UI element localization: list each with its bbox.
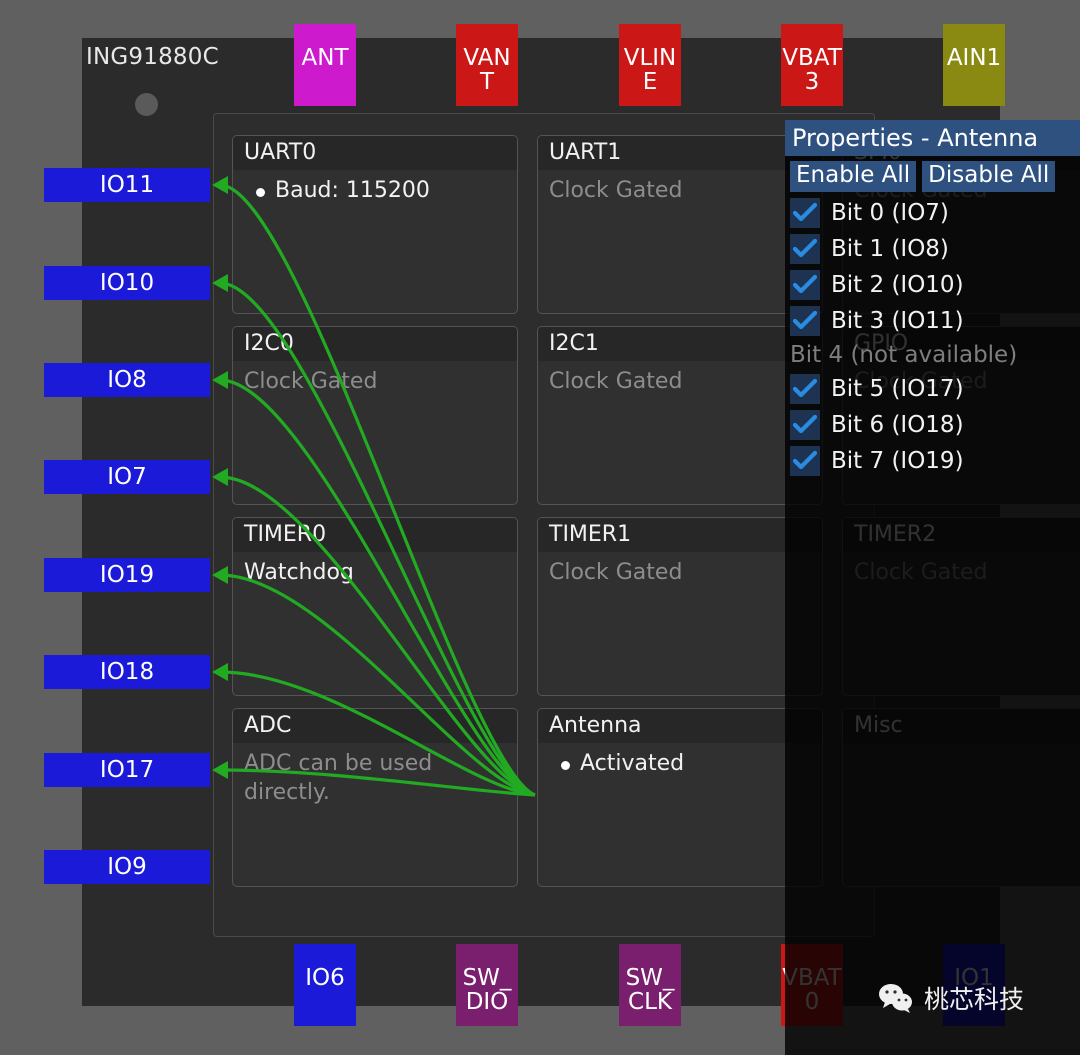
- peripheral-status-timer1: Clock Gated: [549, 560, 683, 585]
- antenna-bit-row-3[interactable]: Bit 3 (IO11): [785, 303, 1080, 339]
- pin-io6[interactable]: IO6: [294, 944, 356, 1026]
- enable-all-button[interactable]: Enable All: [790, 161, 917, 192]
- peripheral-status-uart0: Baud: 115200: [233, 170, 517, 205]
- peripheral-box-timer0[interactable]: TIMER0 Watchdog: [232, 517, 518, 696]
- peripheral-box-i2c0[interactable]: I2C0 Clock Gated: [232, 326, 518, 505]
- pin-io9[interactable]: IO9: [44, 850, 210, 884]
- pin-io8[interactable]: IO8: [44, 363, 210, 397]
- peripheral-title-antenna: Antenna: [538, 709, 822, 743]
- bullet-dot-icon: [256, 188, 265, 197]
- peripheral-status-i2c1: Clock Gated: [549, 369, 683, 394]
- peripheral-box-i2c1[interactable]: I2C1 Clock Gated: [537, 326, 823, 505]
- antenna-bit-row-1[interactable]: Bit 1 (IO8): [785, 231, 1080, 267]
- peripheral-box-uart0[interactable]: UART0 Baud: 115200: [232, 135, 518, 314]
- checkbox-bit-6[interactable]: [790, 409, 820, 440]
- pin-io10[interactable]: IO10: [44, 266, 210, 300]
- properties-panel: Properties - Antenna Enable All Disable …: [785, 120, 1080, 479]
- properties-panel-title: Properties - Antenna: [785, 120, 1080, 156]
- peripheral-status-antenna: Activated: [538, 743, 822, 778]
- checkbox-bit-2[interactable]: [790, 269, 820, 300]
- pin1-dot-icon: [135, 93, 158, 116]
- antenna-bit-label-2: Bit 2 (IO10): [831, 271, 964, 298]
- pin-ain1[interactable]: AIN1: [943, 24, 1005, 106]
- antenna-bit-label-0: Bit 0 (IO7): [831, 199, 949, 226]
- peripheral-title-uart0: UART0: [233, 136, 517, 170]
- pin-io7[interactable]: IO7: [44, 460, 210, 494]
- pin-sw_dio[interactable]: SW_ DIO: [456, 944, 518, 1026]
- antenna-bit-row-7[interactable]: Bit 7 (IO19): [785, 443, 1080, 479]
- pin-vant[interactable]: VAN T: [456, 24, 518, 106]
- antenna-bit-label-4: Bit 4 (not available): [790, 341, 1018, 368]
- watermark-text: 桃芯科技: [924, 985, 1025, 1014]
- pin-sw_clk[interactable]: SW_ CLK: [619, 944, 681, 1026]
- peripheral-title-i2c1: I2C1: [538, 327, 822, 361]
- antenna-bit-row-4: Bit 4 (not available): [785, 339, 1080, 371]
- peripheral-title-timer0: TIMER0: [233, 518, 517, 552]
- peripheral-box-timer1[interactable]: TIMER1 Clock Gated: [537, 517, 823, 696]
- peripheral-box-adc[interactable]: ADC ADC can be used directly.: [232, 708, 518, 887]
- peripheral-title-i2c0: I2C0: [233, 327, 517, 361]
- antenna-bit-label-3: Bit 3 (IO11): [831, 307, 964, 334]
- antenna-bit-label-6: Bit 6 (IO18): [831, 411, 964, 438]
- properties-panel-buttons: Enable All Disable All: [785, 156, 1080, 195]
- peripheral-status-timer0: Watchdog: [244, 560, 354, 585]
- peripheral-status-uart1: Clock Gated: [549, 178, 683, 203]
- antenna-bit-row-5[interactable]: Bit 5 (IO17): [785, 371, 1080, 407]
- pin-io18[interactable]: IO18: [44, 655, 210, 689]
- checkbox-bit-5[interactable]: [790, 373, 820, 404]
- pin-io19[interactable]: IO19: [44, 558, 210, 592]
- pin-io17[interactable]: IO17: [44, 753, 210, 787]
- peripheral-title-uart1: UART1: [538, 136, 822, 170]
- checkbox-bit-7[interactable]: [790, 445, 820, 476]
- antenna-bit-label-1: Bit 1 (IO8): [831, 235, 949, 262]
- bullet-dot-icon: [561, 761, 570, 770]
- disable-all-button[interactable]: Disable All: [922, 161, 1056, 192]
- antenna-bit-row-0[interactable]: Bit 0 (IO7): [785, 195, 1080, 231]
- chip-part-number: ING91880C: [86, 44, 219, 70]
- antenna-bit-row-6[interactable]: Bit 6 (IO18): [785, 407, 1080, 443]
- checkbox-bit-1[interactable]: [790, 233, 820, 264]
- peripheral-box-uart1[interactable]: UART1 Clock Gated: [537, 135, 823, 314]
- peripheral-title-timer1: TIMER1: [538, 518, 822, 552]
- pin-vline[interactable]: VLIN E: [619, 24, 681, 106]
- checkbox-bit-3[interactable]: [790, 305, 820, 336]
- antenna-bit-row-2[interactable]: Bit 2 (IO10): [785, 267, 1080, 303]
- pin-io11[interactable]: IO11: [44, 168, 210, 202]
- peripheral-status-adc: ADC can be used directly.: [244, 751, 433, 806]
- checkbox-bit-0[interactable]: [790, 197, 820, 228]
- peripheral-status-i2c0: Clock Gated: [244, 369, 378, 394]
- antenna-bit-label-5: Bit 5 (IO17): [831, 375, 964, 402]
- app-canvas: ING91880C ANT VAN T VLIN E VBAT 3 AIN1 IO11 IO10…: [0, 0, 1080, 1055]
- peripheral-box-antenna[interactable]: Antenna Activated: [537, 708, 823, 887]
- antenna-bit-label-7: Bit 7 (IO19): [831, 447, 964, 474]
- antenna-bit-list: Bit 0 (IO7) Bit 1 (IO8) Bit 2 (IO10) Bit 3 …: [785, 195, 1080, 479]
- pin-vbat3[interactable]: VBAT 3: [781, 24, 843, 106]
- watermark: 桃芯科技: [878, 980, 1024, 1016]
- pin-ant[interactable]: ANT: [294, 24, 356, 106]
- wechat-icon: [879, 984, 912, 1013]
- peripheral-title-adc: ADC: [233, 709, 517, 743]
